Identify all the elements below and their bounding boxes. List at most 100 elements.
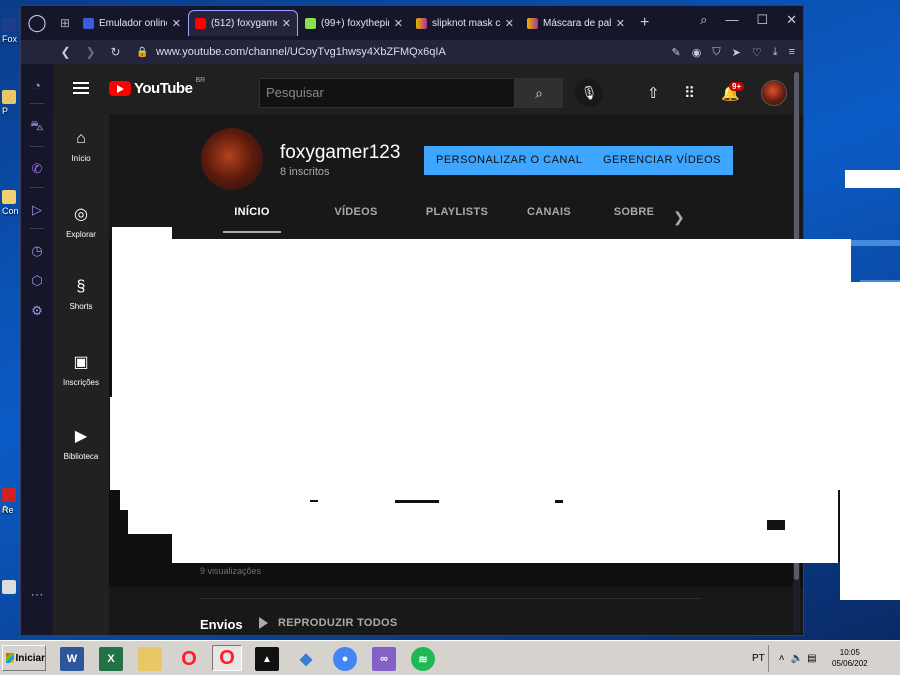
desktop-icon[interactable]: P bbox=[2, 90, 22, 116]
shopping-icon[interactable]: ⛍ bbox=[30, 118, 43, 136]
close-icon[interactable]: ✕ bbox=[505, 17, 514, 30]
send-icon[interactable]: ➤ bbox=[732, 46, 741, 59]
account-avatar[interactable] bbox=[761, 80, 787, 106]
browser-tab[interactable]: slipknot mask cl ✕ bbox=[410, 10, 520, 36]
apps-grid-icon[interactable]: ⠿ bbox=[684, 84, 695, 102]
folder-icon[interactable] bbox=[138, 647, 162, 671]
tab-playlists[interactable]: PLAYLISTS bbox=[417, 206, 497, 233]
settings-icon[interactable]: ⚙ bbox=[31, 303, 43, 319]
browser-tab[interactable]: Emulador online ✕ bbox=[77, 10, 187, 36]
shield-icon[interactable]: ⛉ bbox=[712, 46, 720, 59]
glitch-mark bbox=[838, 490, 840, 562]
back-icon[interactable]: ❮ bbox=[53, 45, 78, 59]
opera-icon[interactable]: O bbox=[177, 647, 201, 671]
edit-icon[interactable]: ✎ bbox=[672, 46, 681, 59]
forward-icon[interactable]: ❯ bbox=[78, 45, 103, 59]
manage-videos-button[interactable]: GERENCIAR VÍDEOS bbox=[591, 146, 734, 175]
window-controls: ⌕ — ☐ ✕ bbox=[700, 12, 797, 28]
search-tabs-icon[interactable]: ⌕ bbox=[700, 12, 707, 28]
chevron-up-icon[interactable]: ˄ bbox=[779, 653, 785, 664]
messenger-icon[interactable]: ✆ bbox=[32, 161, 43, 177]
close-icon[interactable]: ✕ bbox=[172, 17, 181, 30]
nav-home[interactable]: ⌂ Início bbox=[53, 130, 109, 188]
excel-icon[interactable]: X bbox=[99, 647, 123, 671]
tab-home[interactable]: INÍCIO bbox=[223, 206, 281, 233]
reload-icon[interactable]: ↻ bbox=[103, 45, 128, 59]
browser-tab-active[interactable]: (512) foxygamer ✕ bbox=[188, 10, 298, 36]
speed-dial-icon[interactable]: ◔ bbox=[33, 78, 41, 93]
app-black-icon[interactable]: ▲ bbox=[255, 647, 279, 671]
visual-studio-icon[interactable]: ∞ bbox=[372, 647, 396, 671]
notification-badge: 9+ bbox=[729, 82, 745, 91]
close-window-icon[interactable]: ✕ bbox=[786, 12, 797, 28]
language-indicator[interactable]: PT bbox=[752, 653, 765, 664]
tab-label: (99+) foxythepir bbox=[321, 17, 389, 29]
close-icon[interactable]: ✕ bbox=[282, 17, 291, 30]
cube-icon[interactable]: ⬡ bbox=[31, 273, 42, 289]
play-all-button[interactable]: REPRODUZIR TODOS bbox=[259, 617, 398, 629]
microphone-icon[interactable]: 🎙 bbox=[575, 79, 603, 107]
youtube-mini-guide: ⌂ Início ◎ Explorar § Shorts ▣ Inscriçõe… bbox=[53, 114, 109, 635]
more-icon[interactable]: ⋯ bbox=[31, 587, 44, 603]
heart-icon[interactable]: ♡ bbox=[752, 46, 762, 59]
browser-tab[interactable]: (99+) foxythepir ✕ bbox=[299, 10, 409, 36]
browser-tab[interactable]: Máscara de palh ✕ bbox=[521, 10, 631, 36]
camera-icon[interactable]: ◉ bbox=[692, 46, 702, 59]
search-icon[interactable]: ⌕ bbox=[515, 78, 563, 108]
chrome-icon[interactable]: ● bbox=[333, 647, 357, 671]
search-input[interactable]: Pesquisar bbox=[259, 78, 515, 108]
glitch-mark bbox=[395, 500, 439, 503]
nav-explore[interactable]: ◎ Explorar bbox=[53, 204, 109, 262]
nav-label: Inscrições bbox=[62, 378, 99, 387]
section-divider bbox=[199, 598, 701, 599]
occlusion-block bbox=[120, 490, 838, 510]
desktop-icon[interactable] bbox=[2, 580, 22, 596]
clock[interactable]: 10:05 05/06/202 bbox=[832, 647, 868, 669]
word-icon[interactable]: W bbox=[60, 647, 84, 671]
spotify-icon[interactable]: ≋ bbox=[411, 647, 435, 671]
opera-gx-icon[interactable]: O bbox=[212, 645, 242, 671]
new-tab-button[interactable]: + bbox=[640, 14, 649, 32]
opera-menu-icon[interactable]: ◯ bbox=[21, 6, 53, 40]
tab-channels[interactable]: CANAIS bbox=[519, 206, 579, 233]
upload-icon[interactable]: ⇧ bbox=[647, 84, 660, 102]
glitch-mark bbox=[555, 500, 563, 503]
volume-icon[interactable]: 🔈 bbox=[791, 653, 803, 664]
chevron-right-icon[interactable]: ❯ bbox=[673, 209, 685, 226]
maximize-icon[interactable]: ☐ bbox=[756, 12, 768, 28]
menu-icon[interactable]: ≡ bbox=[789, 46, 795, 59]
nav-label: Biblioteca bbox=[63, 452, 99, 461]
nav-library[interactable]: ▶ Biblioteca bbox=[53, 426, 109, 484]
country-code: BR bbox=[195, 77, 206, 84]
youtube-logo[interactable]: YouTube BR bbox=[109, 77, 206, 97]
history-icon[interactable]: ◷ bbox=[31, 243, 42, 259]
youtube-header: YouTube BR Pesquisar ⌕ 🎙 ⇧ ⠿ 🔔 9+ bbox=[53, 64, 803, 114]
gamepad-icon[interactable]: ⊞ bbox=[53, 16, 77, 30]
minimize-icon[interactable]: — bbox=[725, 12, 738, 28]
customize-channel-button[interactable]: PERSONALIZAR O CANAL bbox=[424, 146, 595, 175]
network-tray-icon[interactable]: ▤ bbox=[807, 653, 816, 664]
download-icon[interactable]: ⤓ bbox=[773, 46, 778, 59]
player-icon[interactable]: ▷ bbox=[32, 202, 42, 218]
address-bar: ❮ ❯ ↻ 🔒 www.youtube.com/channel/UCoyTvg1… bbox=[21, 40, 803, 64]
tab-videos[interactable]: VÍDEOS bbox=[311, 206, 401, 233]
desktop-icon[interactable]: Con bbox=[2, 190, 22, 216]
nav-shorts[interactable]: § Shorts bbox=[53, 278, 109, 336]
library-icon: ▶ bbox=[74, 428, 88, 445]
glitch-mark bbox=[310, 500, 318, 502]
close-icon[interactable]: ✕ bbox=[616, 17, 625, 30]
close-icon[interactable]: ✕ bbox=[394, 17, 403, 30]
network-icon[interactable]: ◆ bbox=[294, 647, 318, 671]
desktop-icon[interactable]: Fox bbox=[2, 18, 22, 44]
tab-about[interactable]: SOBRE bbox=[604, 206, 664, 233]
occlusion-block bbox=[172, 239, 851, 397]
tab-label: slipknot mask cl bbox=[432, 17, 500, 29]
desktop-icon[interactable]: Re bbox=[2, 505, 22, 515]
hamburger-icon[interactable] bbox=[73, 82, 89, 97]
start-button[interactable]: Iniciar bbox=[2, 645, 46, 671]
compass-icon: ◎ bbox=[74, 206, 88, 223]
occlusion-block bbox=[110, 397, 900, 490]
tab-label: Máscara de palh bbox=[543, 17, 611, 29]
nav-subscriptions[interactable]: ▣ Inscrições bbox=[53, 352, 109, 410]
url-field[interactable]: www.youtube.com/channel/UCoyTvg1hwsy4XbZ… bbox=[150, 46, 672, 58]
